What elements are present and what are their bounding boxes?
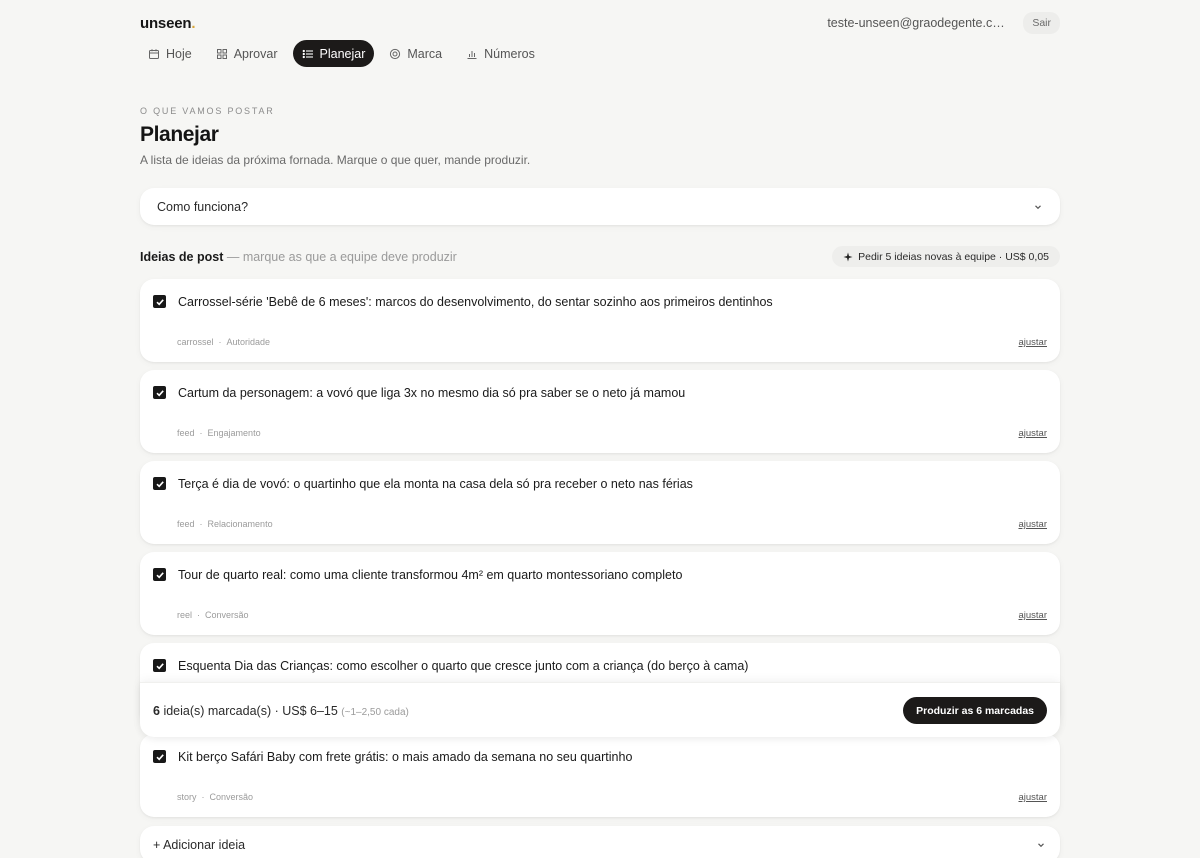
idea-checkbox[interactable] xyxy=(153,477,166,490)
ideas-section-hint: — marque as que a equipe deve produzir xyxy=(226,250,457,264)
user-email: teste-unseen@graodegente.com.br xyxy=(827,16,1008,30)
check-icon xyxy=(155,662,164,669)
check-icon xyxy=(155,480,164,487)
check-icon xyxy=(155,298,164,305)
nav-label: Planejar xyxy=(319,46,366,61)
idea-text: Carrossel-série 'Bebê de 6 meses': marco… xyxy=(178,295,773,309)
page-eyebrow: O que vamos postar xyxy=(140,106,275,116)
idea-checkbox[interactable] xyxy=(153,386,166,399)
idea-text: Kit berço Safári Baby com frete grátis: … xyxy=(178,750,633,764)
nav-item-aprovar[interactable]: Aprovar xyxy=(207,40,287,67)
idea-goal: Conversão xyxy=(209,792,254,802)
adjust-link[interactable]: ajustar xyxy=(1018,610,1047,621)
idea-checkbox[interactable] xyxy=(153,295,166,308)
nav-label: Hoje xyxy=(166,46,192,61)
idea-format: reel xyxy=(177,610,193,620)
add-idea-accordion[interactable]: + Adicionar ideia xyxy=(140,826,1060,858)
chevron-down-icon xyxy=(1035,204,1041,209)
idea-text: Esquenta Dia das Crianças: como escolher… xyxy=(178,659,749,673)
chevron-down-icon xyxy=(1038,842,1044,847)
logout-button[interactable]: Sair xyxy=(1023,12,1060,34)
idea-goal: Autoridade xyxy=(226,337,271,347)
nav-item-numeros[interactable]: Números xyxy=(457,40,544,67)
ideas-section-header: Ideias de post — marque as que a equipe … xyxy=(140,250,457,264)
top-bar: unseen. teste-unseen@graodegente.com.br … xyxy=(140,12,1060,34)
list-icon xyxy=(302,49,313,58)
selected-count: 6 xyxy=(153,704,160,718)
ideas-section-title: Ideias de post xyxy=(140,250,224,264)
idea-meta: story · Conversão xyxy=(177,792,254,802)
selection-summary: 6 ideia(s) marcada(s) · US$ 6–15 (~1–2,5… xyxy=(153,704,409,718)
logo[interactable]: unseen. xyxy=(140,15,195,32)
idea-meta: carrossel · Autoridade xyxy=(177,337,271,347)
bar-chart-icon xyxy=(467,50,477,59)
request-ideas-label: Pedir 5 ideias novas à equipe · US$ 0,05 xyxy=(858,250,1049,263)
nav-label: Marca xyxy=(407,46,443,61)
idea-text: Tour de quarto real: como uma cliente tr… xyxy=(178,568,683,582)
idea-meta: feed · Engajamento xyxy=(177,428,261,438)
idea-card: Carrossel-série 'Bebê de 6 meses': marco… xyxy=(140,279,1060,362)
idea-meta: feed · Relacionamento xyxy=(177,519,273,529)
grid-icon xyxy=(216,48,227,59)
idea-format: feed xyxy=(177,519,195,529)
check-icon xyxy=(155,571,164,578)
idea-card: Kit berço Safári Baby com frete grátis: … xyxy=(140,734,1060,817)
idea-goal: Engajamento xyxy=(207,428,261,438)
idea-checkbox[interactable] xyxy=(153,750,166,763)
idea-card: Terça é dia de vovó: o quartinho que ela… xyxy=(140,461,1060,544)
page-subtitle: A lista de ideias da próxima fornada. Ma… xyxy=(140,153,531,167)
idea-text: Terça é dia de vovó: o quartinho que ela… xyxy=(178,477,693,491)
idea-goal: Relacionamento xyxy=(207,519,273,529)
nav-item-hoje[interactable]: Hoje xyxy=(139,40,201,67)
idea-meta: reel · Conversão xyxy=(177,610,249,620)
calendar-icon xyxy=(149,48,159,59)
idea-checkbox[interactable] xyxy=(153,568,166,581)
page-title: Planejar xyxy=(140,123,219,146)
adjust-link[interactable]: ajustar xyxy=(1018,428,1047,439)
per-item-cost: (~1–2,50 cada) xyxy=(341,707,409,718)
adjust-link[interactable]: ajustar xyxy=(1018,519,1047,530)
idea-goal: Conversão xyxy=(205,610,249,620)
selected-cost: ideia(s) marcada(s) · US$ 6–15 xyxy=(163,704,338,718)
request-ideas-button[interactable]: Pedir 5 ideias novas à equipe · US$ 0,05 xyxy=(832,246,1060,267)
selection-summary-bar: 6 ideia(s) marcada(s) · US$ 6–15 (~1–2,5… xyxy=(140,682,1060,737)
idea-checkbox[interactable] xyxy=(153,659,166,672)
nav-item-planejar[interactable]: Planejar xyxy=(292,40,375,67)
add-idea-label: + Adicionar ideia xyxy=(153,837,246,852)
check-icon xyxy=(155,389,164,396)
how-it-works-label: Como funciona? xyxy=(157,199,249,214)
adjust-link[interactable]: ajustar xyxy=(1018,792,1047,803)
produce-button[interactable]: Produzir as 6 marcadas xyxy=(903,697,1047,724)
idea-format: carrossel xyxy=(177,337,214,347)
idea-text: Cartum da personagem: a vovó que liga 3x… xyxy=(178,386,686,400)
nav-label: Números xyxy=(484,46,535,61)
sparkle-icon xyxy=(843,252,853,261)
idea-card: Tour de quarto real: como uma cliente tr… xyxy=(140,552,1060,635)
nav-label: Aprovar xyxy=(233,46,278,61)
target-icon xyxy=(390,48,401,59)
idea-format: story xyxy=(177,792,197,802)
idea-format: feed xyxy=(177,428,195,438)
how-it-works-accordion[interactable]: Como funciona? xyxy=(140,188,1060,225)
check-icon xyxy=(155,753,164,760)
idea-card: Cartum da personagem: a vovó que liga 3x… xyxy=(140,370,1060,453)
adjust-link[interactable]: ajustar xyxy=(1018,337,1047,348)
nav-item-marca[interactable]: Marca xyxy=(380,40,451,67)
main-nav: Hoje Aprovar Planejar Marca Números xyxy=(139,40,544,67)
account-area: teste-unseen@graodegente.com.br Sair xyxy=(827,12,1060,34)
